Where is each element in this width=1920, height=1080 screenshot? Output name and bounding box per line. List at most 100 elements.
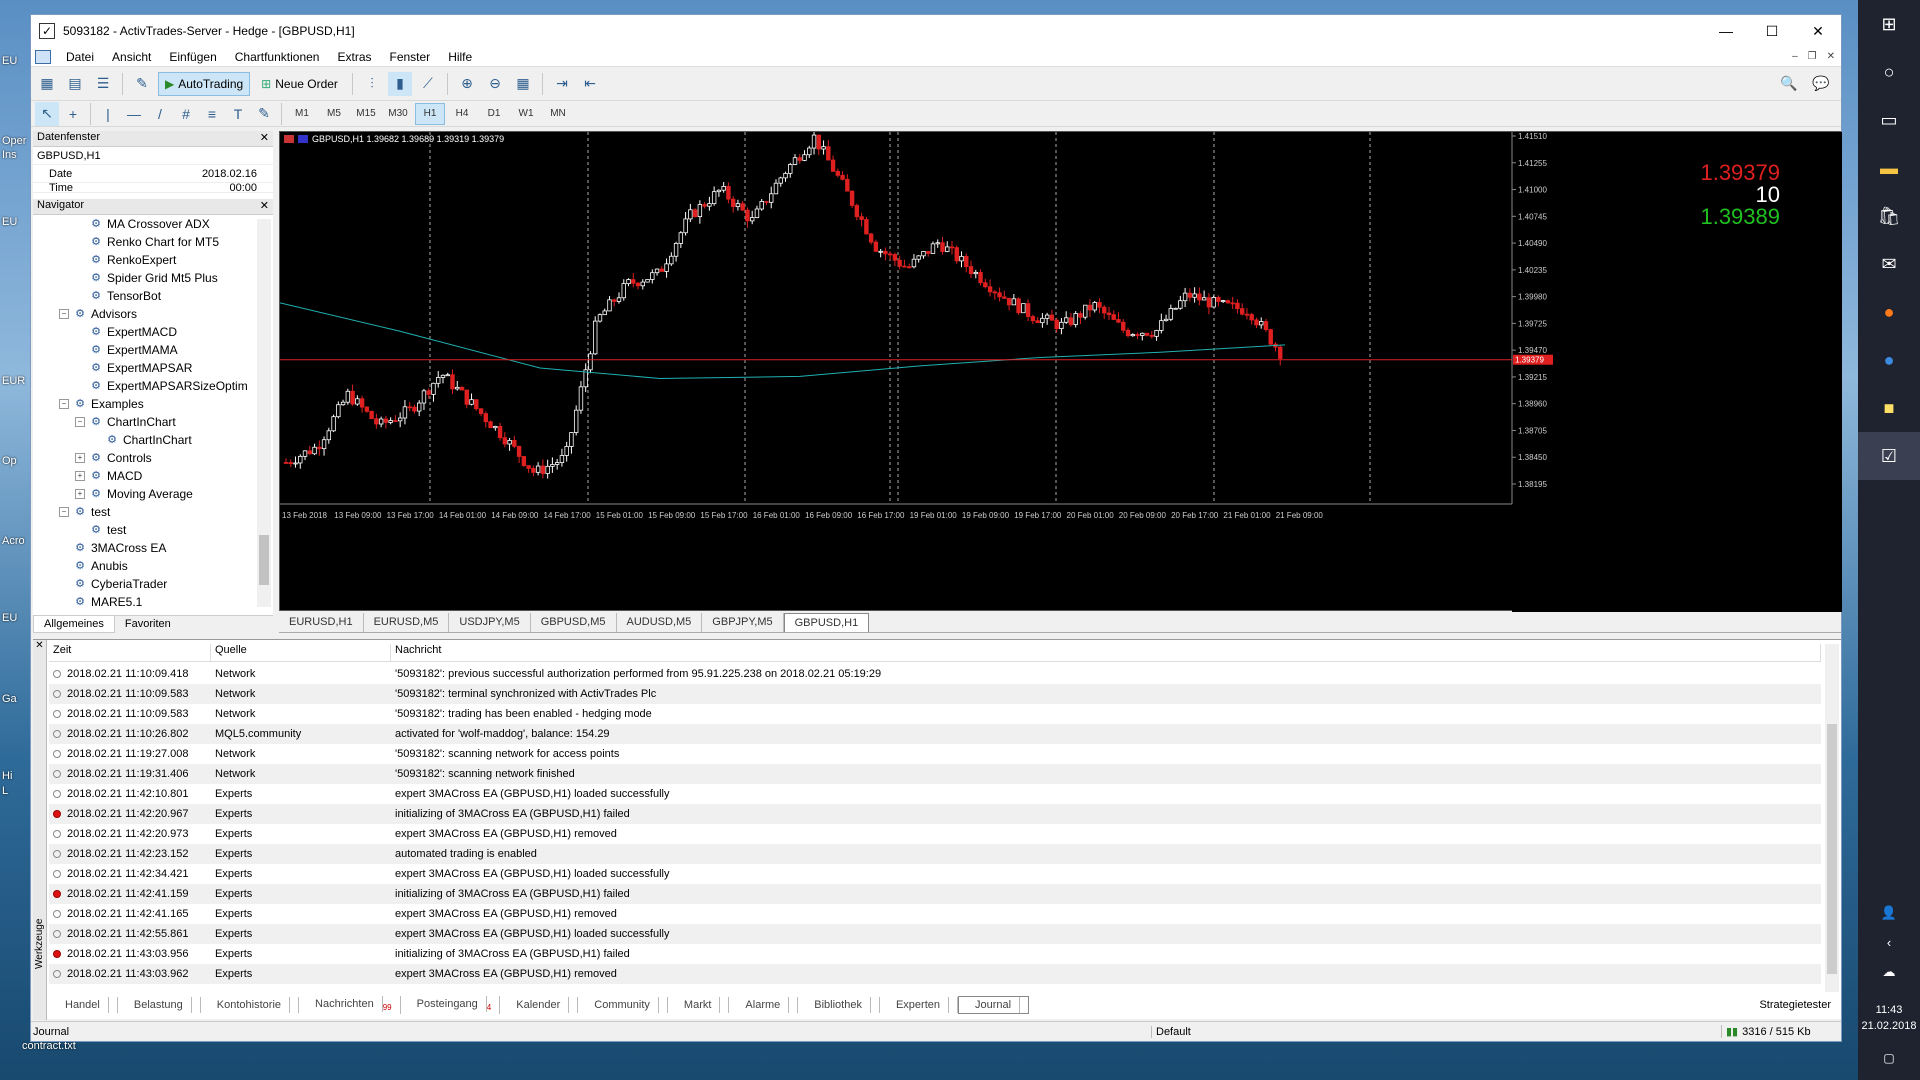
journal-row[interactable]: 2018.02.21 11:19:27.008 Network '5093182':… [49, 744, 1821, 764]
trendline-icon[interactable]: / [148, 102, 172, 126]
toolbox-tab[interactable]: Bibliothek [798, 997, 880, 1013]
navigator-item[interactable]: ⚙ ChartInChart [33, 431, 273, 449]
mail-icon[interactable]: ✉ [1858, 240, 1920, 288]
profiles-icon[interactable]: ▤ [63, 72, 87, 96]
toolbox-tab[interactable]: Nachrichten 99 [299, 995, 401, 1015]
menu-item[interactable]: Hilfe [439, 50, 481, 64]
desktop-label[interactable]: Acro [2, 535, 25, 547]
navigator-tab[interactable]: Allgemeines [33, 616, 115, 633]
navigator-item[interactable]: ⚙ MARE5.1 [33, 593, 273, 611]
text-icon[interactable]: T [226, 102, 250, 126]
chevron-left-icon[interactable]: ‹ [1887, 935, 1891, 950]
navigator-item[interactable]: ⚙ ExpertMAMA [33, 341, 273, 359]
expand-toggle-icon[interactable]: − [59, 309, 69, 319]
navigator-item[interactable]: − ⚙ Advisors [33, 305, 273, 323]
thunderbird-icon[interactable]: ● [1858, 336, 1920, 384]
document-icon[interactable] [35, 49, 51, 64]
timeframe-button[interactable]: H4 [447, 103, 477, 125]
navigator-item[interactable]: ⚙ CyberiaTrader [33, 575, 273, 593]
navigator-item[interactable]: ⚙ TensorBot [33, 287, 273, 305]
journal-row[interactable]: 2018.02.21 11:42:20.967 Experts initializi… [49, 804, 1821, 824]
shapes-icon[interactable]: ✎ [252, 102, 276, 126]
channel-icon[interactable]: # [174, 102, 198, 126]
menu-item[interactable]: Chartfunktionen [226, 50, 329, 64]
desktop-label[interactable]: EU [2, 216, 17, 228]
chart-tab[interactable]: USDJPY,M5 [449, 613, 531, 632]
navigator-item[interactable]: + ⚙ Controls [33, 449, 273, 467]
desktop-label[interactable]: EU [2, 612, 17, 624]
datawindow-close-icon[interactable]: ✕ [260, 131, 269, 146]
autoscroll-icon[interactable]: ⇥ [550, 72, 574, 96]
journal-row[interactable]: 2018.02.21 11:10:09.418 Network '5093182':… [49, 664, 1821, 684]
journal-row[interactable]: 2018.02.21 11:10:09.583 Network '5093182':… [49, 684, 1821, 704]
new-order-button[interactable]: ⊞ Neue Order [254, 72, 345, 96]
sticky-notes-icon[interactable]: ■ [1858, 384, 1920, 432]
metaeditor-icon[interactable]: ✎ [130, 72, 154, 96]
journal-row[interactable]: 2018.02.21 11:42:23.152 Experts automated … [49, 844, 1821, 864]
navigator-item[interactable]: + ⚙ Moving Average [33, 485, 273, 503]
expand-toggle-icon[interactable]: + [75, 489, 85, 499]
desktop-label[interactable]: EUR [2, 375, 25, 387]
desktop-label[interactable]: L [2, 785, 8, 797]
desktop-label[interactable]: Hi [2, 770, 12, 782]
col-zeit[interactable]: Zeit [49, 644, 211, 661]
onedrive-icon[interactable]: ☁ [1883, 964, 1896, 980]
journal-row[interactable]: 2018.02.21 11:10:26.802 MQL5.community act… [49, 724, 1821, 744]
desktop-label[interactable]: Ga [2, 693, 17, 705]
toolbox-tab[interactable]: Community [578, 997, 668, 1013]
navigator-item[interactable]: ⚙ test [33, 521, 273, 539]
chart-shift-icon[interactable]: ⇤ [578, 72, 602, 96]
desktop-label[interactable]: Op [2, 455, 17, 467]
col-quelle[interactable]: Quelle [211, 644, 391, 661]
toolbox-tab[interactable]: Markt [668, 997, 730, 1013]
navigator-item[interactable]: + ⚙ MACD [33, 467, 273, 485]
tile-windows-icon[interactable]: ▦ [511, 72, 535, 96]
journal-row[interactable]: 2018.02.21 11:42:41.165 Experts expert 3MA… [49, 904, 1821, 924]
toolbox-tab[interactable]: Handel [49, 997, 118, 1013]
task-view-icon[interactable]: ▭ [1858, 96, 1920, 144]
metatrader-icon[interactable]: ☑ [1858, 432, 1920, 480]
timeframe-button[interactable]: M1 [287, 103, 317, 125]
toolbox-tab[interactable]: Journal [958, 996, 1030, 1014]
zoom-in-icon[interactable]: ⊕ [455, 72, 479, 96]
chat-icon[interactable]: 💬 [1809, 72, 1833, 96]
navigator-item[interactable]: ⚙ Spider Grid Mt5 Plus [33, 269, 273, 287]
col-nachricht[interactable]: Nachricht [391, 644, 1821, 661]
navigator-item[interactable]: ⚙ RenkoExpert [33, 251, 273, 269]
expand-toggle-icon[interactable]: − [59, 399, 69, 409]
navigator-scrollbar[interactable] [257, 219, 271, 607]
navigator-item[interactable]: ⚙ ExpertMACD [33, 323, 273, 341]
mdi-minimize-icon[interactable]: – [1792, 51, 1798, 62]
start-icon[interactable]: ⊞ [1858, 0, 1920, 48]
desktop-label[interactable]: EU [2, 55, 17, 67]
chart-tab[interactable]: EURUSD,M5 [364, 613, 450, 632]
expand-toggle-icon[interactable]: − [75, 417, 85, 427]
timeframe-button[interactable]: M15 [351, 103, 381, 125]
maximize-button[interactable]: ☐ [1749, 15, 1795, 47]
desktop-label[interactable]: Oper [2, 135, 26, 147]
journal-row[interactable]: 2018.02.21 11:42:41.159 Experts initializi… [49, 884, 1821, 904]
toolbox-tab[interactable]: Alarme [729, 997, 799, 1013]
toolbox-tab[interactable]: Kontohistorie [201, 997, 300, 1013]
store-icon[interactable]: 🛍 [1858, 192, 1920, 240]
crosshair-icon[interactable]: + [61, 102, 85, 126]
desktop-label[interactable]: Ins [2, 149, 17, 161]
cursor-icon[interactable]: ↖ [35, 101, 59, 126]
navigator-item[interactable]: − ⚙ ChartInChart [33, 413, 273, 431]
toolbox-tab[interactable]: Kalender [500, 997, 579, 1013]
navigator-item[interactable]: − ⚙ Examples [33, 395, 273, 413]
navigator-tab[interactable]: Favoriten [115, 616, 181, 633]
journal-row[interactable]: 2018.02.21 11:19:31.406 Network '5093182':… [49, 764, 1821, 784]
menu-item[interactable]: Ansicht [103, 50, 160, 64]
journal-row[interactable]: 2018.02.21 11:43:03.956 Experts initializi… [49, 944, 1821, 964]
journal-row[interactable]: 2018.02.21 11:10:09.583 Network '5093182':… [49, 704, 1821, 724]
toolbox-tab[interactable]: Experten [880, 997, 958, 1013]
journal-scrollbar[interactable] [1825, 644, 1839, 992]
menu-item[interactable]: Extras [328, 50, 380, 64]
journal-row[interactable]: 2018.02.21 11:43:03.962 Experts expert 3MA… [49, 964, 1821, 984]
mdi-close-icon[interactable]: ✕ [1827, 51, 1835, 62]
navigator-item[interactable]: − ⚙ test [33, 503, 273, 521]
timeframe-button[interactable]: MN [543, 103, 573, 125]
mdi-restore-icon[interactable]: ❐ [1808, 51, 1817, 62]
navigator-item[interactable]: ⚙ 3MACross EA [33, 539, 273, 557]
